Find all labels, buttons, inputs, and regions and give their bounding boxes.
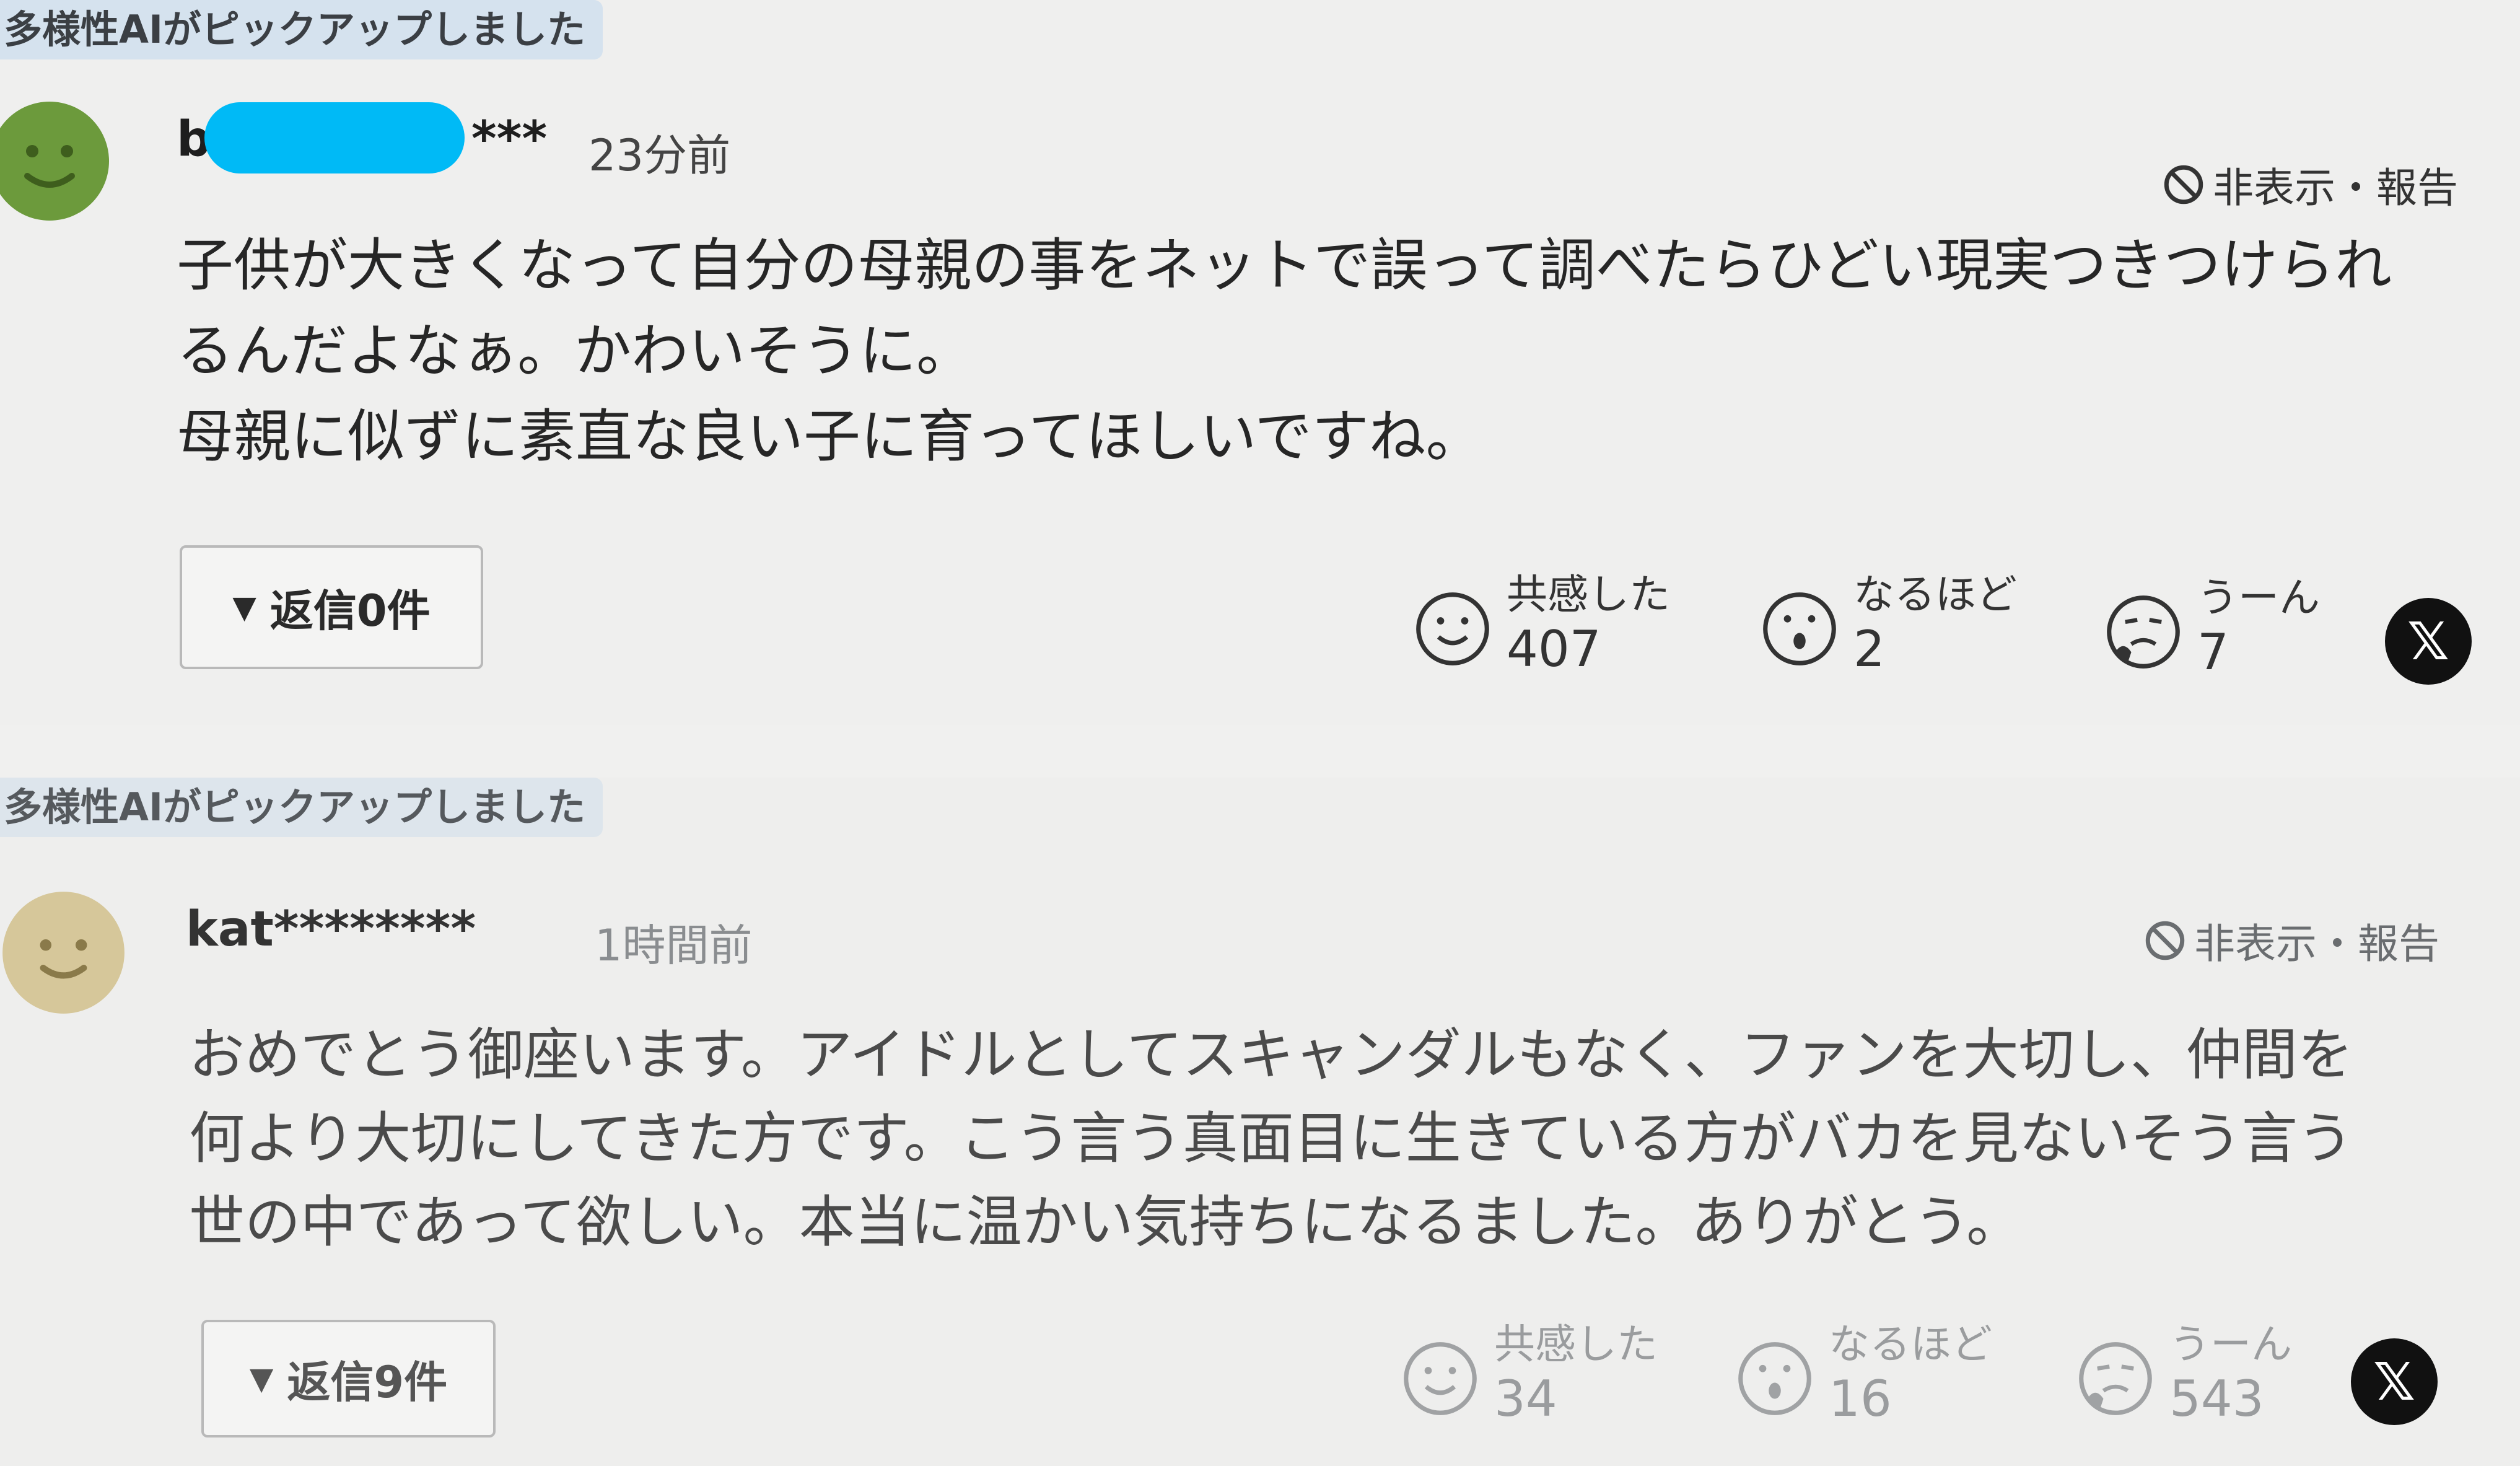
reaction-insight-button[interactable]: なるほど 16 [1735,1320,1992,1429]
smile-icon [1404,1342,1477,1415]
comment-body: 子供が大きくなって自分の母親の事をネットで誤って調べたらひどい現実つきつけられ … [177,223,2469,480]
comment-line: 子供が大きくなって自分の母親の事をネットで誤って調べたらひどい現実つきつけられ [177,232,2392,299]
avatar[interactable] [0,889,127,1016]
comment-line: 世の中であって欲しい。本当に温かい気持ちになるました。ありがとう。 [189,1190,2023,1255]
reaction-count: 2 [1853,620,1885,678]
reaction-hmm-button[interactable]: うーん 7 [2103,573,2320,682]
comment-body: おめでとう御座います。アイドルとしてスキャンダルもなく、ファンを大切し、仲間を … [189,1013,2481,1264]
reply-toggle-button[interactable]: ▼ 返信9件 [201,1320,496,1437]
reaction-label: 共感した [1494,1320,1658,1368]
hide-report-label: 非表示・報告 [2213,164,2458,212]
hide-report-link[interactable]: 非表示・報告 [2162,155,2458,214]
ban-icon [2164,165,2203,204]
smiley-avatar-icon [2,892,125,1014]
ban-icon [2145,921,2185,960]
x-share-button[interactable]: 𝕏 [2385,598,2472,685]
caret-down-icon: ▼ [249,1361,274,1397]
reaction-label: 共感した [1507,571,1670,618]
comment-line: 何より大切にしてきた方です。こう言う真面目に生きている方がバカを見ないそう言う [189,1106,2353,1171]
comment-line: るんだよなぁ。かわいそうに。 [177,318,974,384]
hide-report-label: 非表示・報告 [2194,920,2439,968]
ai-pickup-badge: 多様性AIがピックアップしました [0,0,603,59]
reaction-count: 7 [2197,623,2229,681]
reaction-empathy-button[interactable]: 共感した 34 [1400,1320,1658,1429]
reaction-label: なるほど [1829,1320,1992,1368]
smiley-avatar-icon [0,102,109,221]
comment-card: 多様性AIがピックアップしました b *** 23分前 非表示・報告 子供が大きく… [0,0,2520,725]
reaction-count: 16 [1829,1370,1892,1428]
smile-icon [1416,592,1489,665]
reply-toggle-button[interactable]: ▼ 返信0件 [180,545,483,669]
reaction-hmm-button[interactable]: うーん 543 [2075,1320,2292,1429]
comment-line: おめでとう御座います。アイドルとしてスキャンダルもなく、ファンを大切し、仲間を [189,1022,2353,1087]
comment-card: 多様性AIがピックアップしました kat******** 1時間前 非表示・報告… [0,778,2520,1466]
reply-button-label: 返信0件 [269,585,431,636]
reaction-label: うーん [2169,1320,2292,1368]
avatar[interactable] [0,96,112,226]
surprised-icon [1763,592,1836,665]
reaction-label: なるほど [1853,571,2017,618]
x-share-button[interactable]: 𝕏 [2351,1338,2438,1425]
comment-line: 母親に似ずに素直な良い子に育ってほしいですね。 [177,403,1483,470]
reaction-empathy-button[interactable]: 共感した 407 [1412,570,1670,679]
username-suffix: *** [471,112,548,167]
redaction-mark [204,102,465,173]
reaction-count: 543 [2169,1370,2264,1428]
reaction-label: うーん [2197,574,2320,621]
username[interactable]: kat******** [186,902,476,957]
reaction-count: 407 [1507,620,1601,678]
caret-down-icon: ▼ [232,589,256,625]
thinking-icon [2107,595,2180,669]
post-time: 1時間前 [595,920,753,971]
ai-pickup-badge: 多様性AIがピックアップしました [0,778,603,837]
x-logo-icon: 𝕏 [2373,1351,2415,1412]
reply-button-label: 返信9件 [287,1356,448,1408]
surprised-icon [1738,1342,1811,1415]
x-logo-icon: 𝕏 [2407,611,2449,672]
reaction-insight-button[interactable]: なるほど 2 [1759,570,2017,679]
thinking-icon [2079,1342,2152,1415]
reaction-count: 34 [1494,1370,1557,1428]
hide-report-link[interactable]: 非表示・報告 [2143,911,2439,970]
post-time: 23分前 [588,130,731,181]
